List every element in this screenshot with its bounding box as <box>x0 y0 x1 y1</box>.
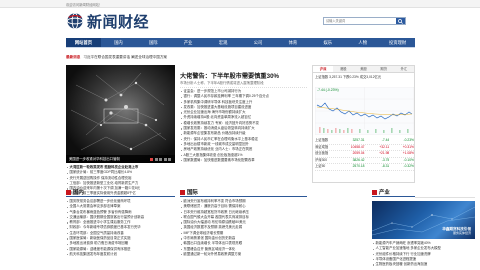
site-name: 新闻财经 <box>87 14 150 31</box>
quote-change: +32.11 <box>379 144 390 149</box>
market-tab-0[interactable]: 沪深 <box>313 66 334 72</box>
top-headline-summary: 市场分析人士称，下半年A股行情或将进入震荡整理阶段 <box>180 81 264 85</box>
divider <box>415 196 475 198</box>
market-tab-2[interactable]: 美股 <box>353 66 373 72</box>
news-link[interactable]: 生物医药板块回暖 创新药出海加速 <box>372 262 475 267</box>
section-marker-icon <box>372 189 377 195</box>
top-bar: 欢迎访问新闻财经网站！ <box>0 0 480 8</box>
center-news-list: 证监会：进一步规范上市公司减持行为 银行：调整人民币存款挂牌利率 三年期下调0.2… <box>180 89 307 163</box>
section-marker-icon <box>180 189 185 195</box>
market-tab-3[interactable]: 期货 <box>374 66 394 72</box>
quote-change: -3.75 <box>381 157 390 162</box>
breaking-news[interactable]: 最新消息 习近平在联合国发表重要讲话 阐述全球治理中国方案 <box>66 55 415 61</box>
top-headline[interactable]: 大佬警告：下半年股市需要慎重30% <box>180 71 279 80</box>
breaking-text: 习近平在联合国发表重要讲话 阐述全球治理中国方案 <box>83 55 168 59</box>
nav-item-4[interactable]: 宏观 <box>206 38 241 47</box>
quote-pct: -0.23% <box>403 138 414 142</box>
section-header-domestic[interactable]: 国内 <box>66 188 175 197</box>
quote-change: +21.98 <box>379 151 390 156</box>
quote-pct: +0.31% <box>402 144 414 149</box>
quote-name: 创业板指 <box>315 151 329 156</box>
quote-value: 2570.18 <box>352 164 365 169</box>
quote-name: 上证50 <box>315 164 326 169</box>
slide-dot[interactable] <box>168 157 171 161</box>
breaking-label: 最新消息 <box>66 55 81 59</box>
quote-change: -8.31 <box>381 164 390 169</box>
section-marker-icon <box>66 189 71 195</box>
slide-dot[interactable] <box>159 157 162 161</box>
quote-change: -7.44 <box>381 138 390 142</box>
quote-row[interactable]: 沪深300 3826.42 -3.75 -0.10% <box>315 158 414 165</box>
quote-pct: -0.10% <box>403 157 414 162</box>
industry-banner-ad[interactable]: 华鑫期货科技引领 服务实体经济 <box>372 201 475 239</box>
quote-value: 2059.04 <box>352 151 365 156</box>
nav-item-8[interactable]: 人物 <box>345 38 380 47</box>
nav-item-1[interactable]: 国内 <box>101 38 136 47</box>
quote-name: 深证成指 <box>315 144 329 149</box>
quote-row[interactable]: 深证成指 10458.47 +32.11 +0.31% <box>315 145 414 152</box>
index-quote-table: 上证指数 3257.31 -7.44 -0.23% 深证成指 10458.47 +32.11… <box>315 138 414 171</box>
index-intraday-chart[interactable]: -7.44 (-0.23%) <box>314 86 415 136</box>
search-icon <box>398 18 403 24</box>
quote-row[interactable]: 上证50 2570.18 -8.31 -0.32% <box>315 164 414 171</box>
slide-dot[interactable] <box>163 157 167 161</box>
nav-item-5[interactable]: 公司 <box>241 38 276 47</box>
market-widget: 沪深 港股 美股 期货 外汇 上证指数 3,257.31 下跌0.23% 成交3,012… <box>312 65 415 183</box>
quote-row[interactable]: 创业板指 2059.04 +21.98 +1.08% <box>315 151 414 158</box>
banner-line-2: 服务实体经济 <box>452 231 471 236</box>
quote-name: 上证指数 <box>315 138 329 142</box>
site-logo[interactable]: 新闻财经 <box>66 11 149 31</box>
nav-divider <box>66 47 415 48</box>
quote-pct: -0.32% <box>403 164 414 169</box>
nav-item-3[interactable]: 产业 <box>171 38 206 47</box>
market-summary: 上证指数 3,257.31 下跌0.23% 成交3,012亿元 <box>315 75 382 79</box>
market-tabs: 沪深 港股 美股 期货 外汇 <box>313 66 414 73</box>
news-link[interactable]: 航天科技集团发布年度发射计划 <box>66 252 175 257</box>
hero-pagination <box>150 157 171 161</box>
nav-item-2[interactable]: 国际 <box>136 38 171 47</box>
welcome-text: 欢迎访问新闻财经网站！ <box>66 2 103 7</box>
nav-item-7[interactable]: 娱乐 <box>310 38 345 47</box>
section-title: 国内 <box>73 190 84 196</box>
nav-item-0[interactable]: 网站首页 <box>66 38 101 47</box>
section-header-industry[interactable]: 产业 <box>372 188 415 197</box>
slide-dot[interactable] <box>154 157 158 161</box>
market-tab-1[interactable]: 港股 <box>333 66 353 72</box>
international-news-list: 欧洲央行宣布维持利率不变 符合市场预期 美联储官员：通胀仍高于目标 需保持耐心 日本… <box>180 199 307 257</box>
search-input[interactable] <box>324 18 396 24</box>
quote-value: 10458.47 <box>350 144 365 149</box>
quote-pct: +1.08% <box>402 151 414 156</box>
slide-dot[interactable] <box>150 157 153 161</box>
news-link[interactable]: 欧盟通过新一轮对外贸易政策调整方案 <box>180 252 307 257</box>
domestic-news-list: 国务院常务会议部署进一步优化营商环境 全国人大常委会审议多部法律草案 气象台发布暴雨… <box>66 199 175 257</box>
market-tab-4[interactable]: 外汇 <box>394 66 414 72</box>
divider <box>180 87 307 88</box>
news-link[interactable]: 国家数据局：加快推进数据要素市场化配置改革 <box>180 158 307 163</box>
quote-value: 3257.31 <box>352 138 365 142</box>
section-title: 产业 <box>379 190 390 196</box>
search-button[interactable] <box>396 18 405 24</box>
nav-item-9[interactable]: 投资理财 <box>380 38 415 47</box>
quote-row[interactable]: 上证指数 3257.31 -7.44 -0.23% <box>315 138 414 145</box>
nav-item-6[interactable]: 体育 <box>275 38 310 47</box>
globe-logo-icon <box>66 12 84 30</box>
section-title: 国际 <box>187 190 198 196</box>
hero-image <box>66 65 175 163</box>
quote-name: 沪深300 <box>315 157 328 162</box>
main-nav: 网站首页 国内 国际 产业 宏观 公司 体育 娱乐 人物 投资理财 <box>66 38 415 47</box>
industry-news-list: 新能源汽车产销两旺 渗透率突破40% 人工智能产业加速落地 多家企业发布大模型 光伏… <box>372 241 475 267</box>
search-box <box>323 17 406 25</box>
quote-value: 3826.42 <box>352 157 365 162</box>
index-change-label: -7.44 (-0.23%) <box>317 88 339 92</box>
hero-slideshow[interactable]: 美国进一步收紧对华科技出口管制 <box>66 65 175 163</box>
section-header-international[interactable]: 国际 <box>180 188 307 197</box>
